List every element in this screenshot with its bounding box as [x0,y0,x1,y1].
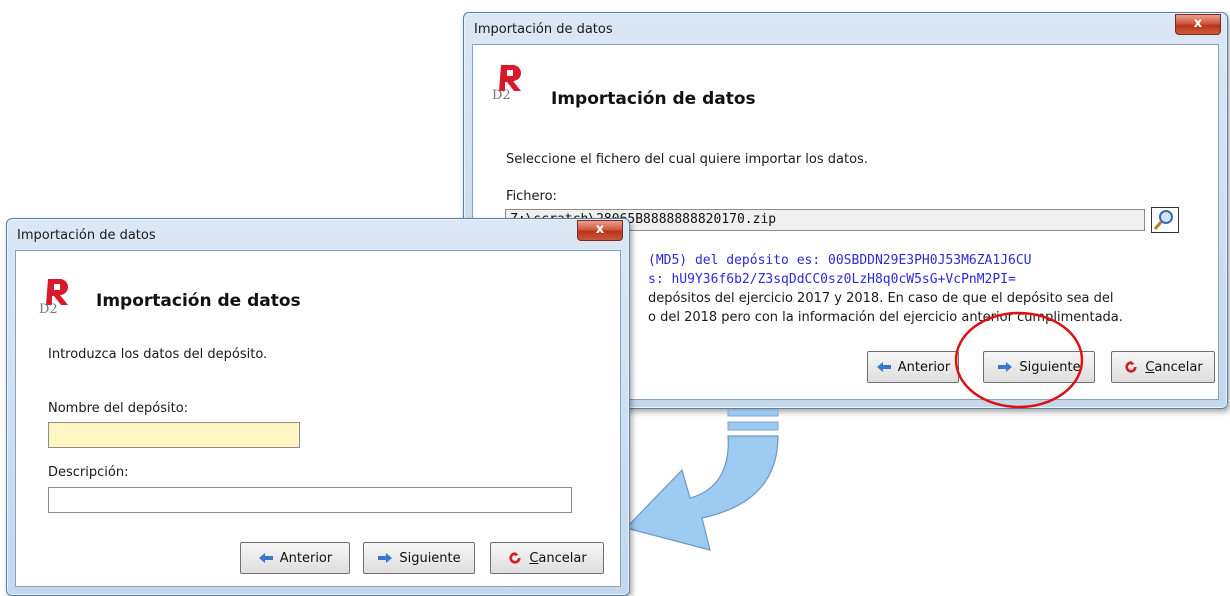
description-label: Descripción: [48,465,129,480]
window-title: Importación de datos [17,228,156,243]
name-field[interactable] [48,422,300,448]
svg-text:D2: D2 [492,88,511,101]
titlebar: Importación de datos x [464,13,1227,45]
window-title: Importación de datos [474,22,613,37]
arrow-left-icon [258,553,273,563]
cancelar-button[interactable]: Cancelar [490,542,604,574]
header-title: Importación de datos [96,291,301,311]
info-text-line1: depósitos del ejercicio 2017 y 2018. En … [648,291,1114,306]
d2r-logo-icon: D2 [39,279,68,315]
import-dialog-front: Importación de datos x D2 Importación de… [6,218,630,596]
cancelar-label: Cancelar [529,550,587,566]
browse-button[interactable] [1151,207,1179,233]
description-field[interactable] [48,487,572,513]
siguiente-label: Siguiente [399,550,461,566]
instruction-text: Introduzca los datos del depósito. [48,347,268,362]
titlebar: Importación de datos x [7,219,629,251]
file-label: Fichero: [506,189,557,204]
siguiente-button[interactable]: Siguiente [363,542,475,574]
header-title: Importación de datos [551,89,756,109]
close-button[interactable]: x [1175,14,1221,35]
transition-arrow [624,409,779,551]
dialog-content: D2 Importación de datos Introduzca los d… [15,250,621,587]
anterior-button[interactable]: Anterior [240,542,350,574]
cancel-icon [509,552,521,564]
arrow-right-icon [378,553,393,563]
d2r-logo-icon: D2 [492,65,521,101]
instruction-text: Seleccione el fichero del cual quiere im… [506,152,868,167]
highlight-circle [954,311,1084,409]
cancel-icon [1125,361,1137,373]
anterior-label: Anterior [897,359,951,375]
anterior-label: Anterior [279,550,333,566]
svg-text:D2: D2 [39,302,58,315]
cancelar-label: Cancelar [1145,359,1203,375]
arrow-left-icon [876,362,891,372]
hash-md5-text: (MD5) del depósito es: 00SBDDN29E3PH0J53… [648,253,1032,268]
name-label: Nombre del depósito: [48,401,189,416]
cancelar-button[interactable]: Cancelar [1111,351,1215,383]
anterior-button[interactable]: Anterior [867,351,959,383]
close-button[interactable]: x [577,220,623,241]
search-magnifier-icon [1153,210,1173,230]
hash-sha-text: s: hU9Y36f6b2/Z3sqDdCC0sz0LzH8q0cW5sG+Vc… [648,272,1016,287]
